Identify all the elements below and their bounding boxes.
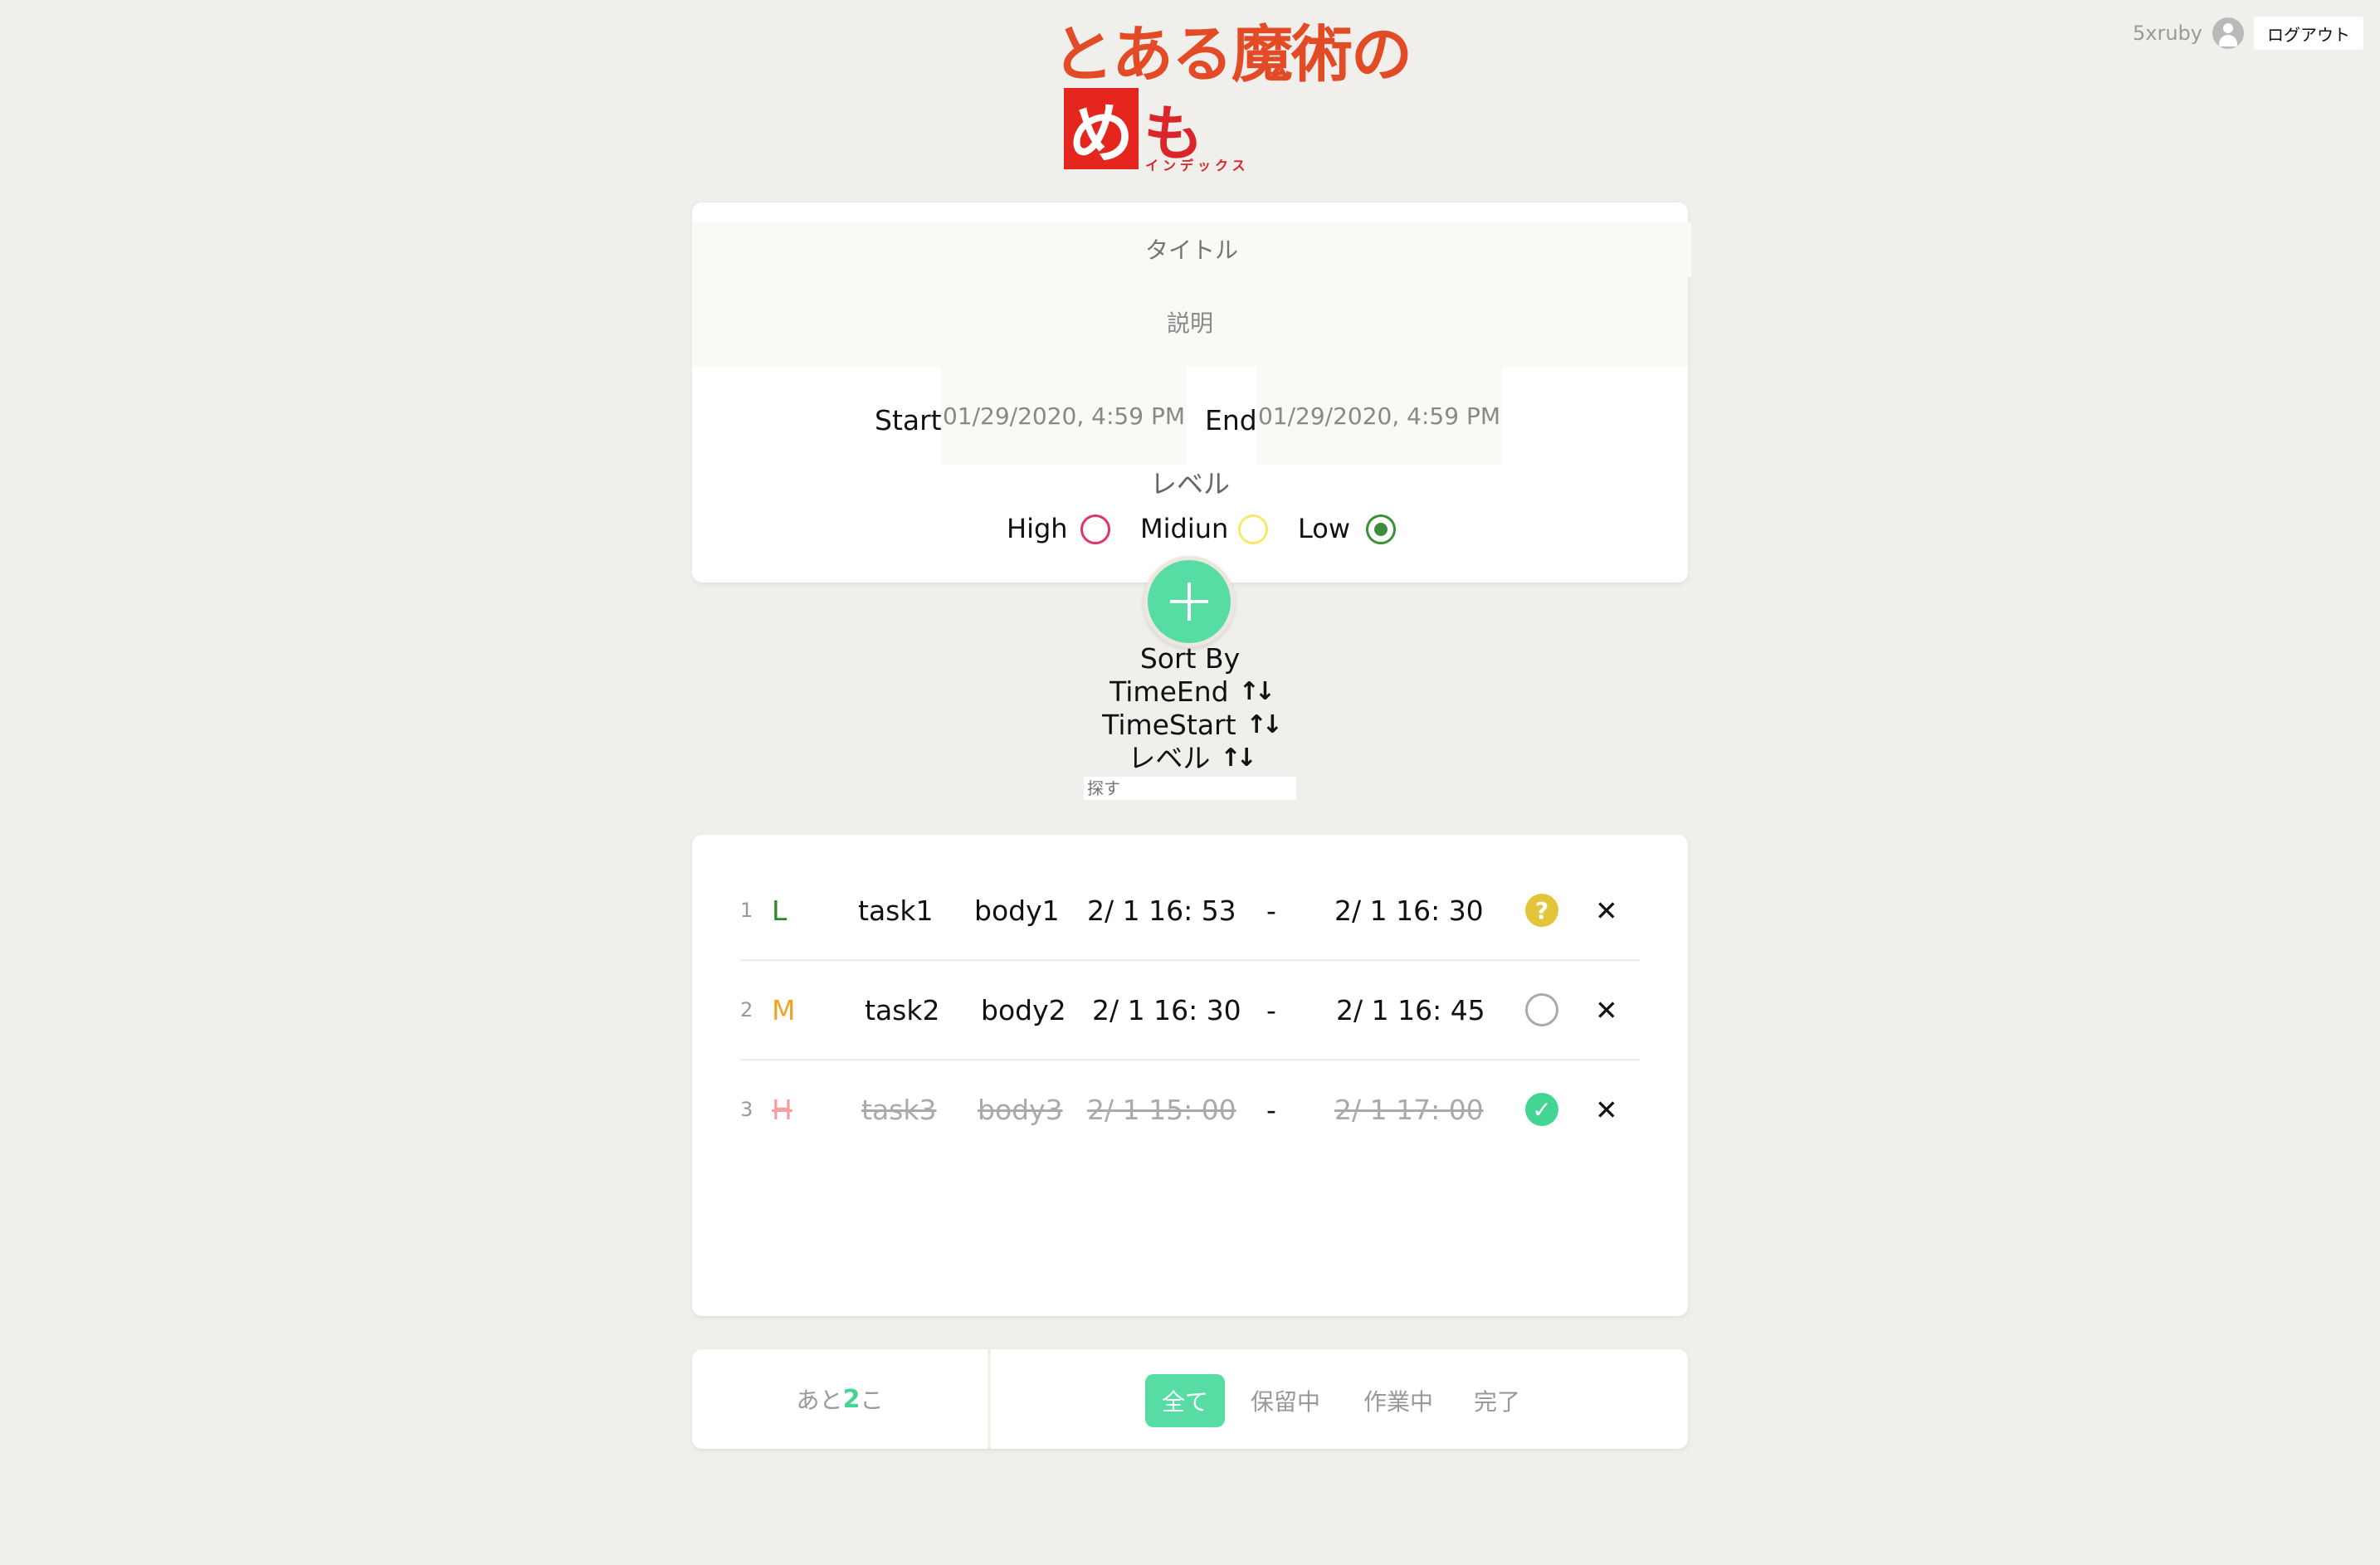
task-level: L — [772, 894, 788, 927]
task-number: 3 — [740, 1098, 754, 1121]
question-icon[interactable]: ? — [1525, 894, 1558, 927]
task-end: 2/ 1 17: 00 — [1334, 1093, 1484, 1126]
level-low-radio[interactable] — [1366, 514, 1396, 544]
filter-bar: あと 2 こ 全て 保留中 作業中 完了 — [692, 1349, 1688, 1449]
remaining-prefix: あと — [796, 1387, 843, 1414]
search-input[interactable] — [1084, 777, 1296, 800]
task-body: body2 — [981, 993, 1066, 1026]
task-row: 3 H task3 body3 2/ 1 15: 00 - 2/ 1 17: 0… — [740, 1060, 1640, 1158]
task-dash: - — [1266, 894, 1276, 927]
filter-done-button[interactable]: 完了 — [1464, 1374, 1530, 1427]
task-status-button[interactable]: ✓ — [1525, 1060, 1558, 1158]
title-input[interactable] — [692, 222, 1691, 277]
sort-arrows-icon[interactable]: ↑↓ — [1246, 709, 1283, 742]
filter-all-button[interactable]: 全て — [1145, 1374, 1225, 1427]
sort-timestart[interactable]: TimeStart ↑↓ — [941, 709, 1439, 742]
level-high-label: High — [1007, 513, 1068, 544]
sort-title: Sort By — [1139, 642, 1241, 675]
sort-area: Sort By TimeEnd ↑↓ TimeStart ↑↓ レベル ↑↓ — [941, 642, 1439, 775]
logout-button[interactable]: ログアウト — [2254, 17, 2363, 50]
level-label: レベル — [1149, 468, 1230, 500]
task-status-button[interactable] — [1525, 961, 1558, 1059]
end-datetime-input[interactable]: 01/29/2020, 4:59 PM — [1256, 367, 1502, 465]
check-icon[interactable]: ✓ — [1525, 1093, 1558, 1126]
task-end: 2/ 1 16: 30 — [1334, 894, 1484, 927]
description-input[interactable] — [692, 275, 1688, 367]
start-label: Start — [875, 404, 942, 436]
task-row: 2 M task2 body2 2/ 1 16: 30 - 2/ 1 16: 4… — [740, 961, 1640, 1059]
sort-timeend-label: TimeEnd — [1110, 675, 1229, 708]
task-title: task3 — [861, 1093, 937, 1126]
task-title: task1 — [858, 894, 934, 927]
task-title: task2 — [865, 993, 940, 1026]
task-number: 1 — [740, 899, 754, 922]
logo-subtitle: インデックス — [1145, 158, 1250, 173]
logo: とある魔術の め も インデックス — [1052, 5, 1412, 173]
task-list-card: 1 L task1 body1 2/ 1 16: 53 - 2/ 1 16: 3… — [692, 835, 1688, 1316]
task-body: body1 — [974, 894, 1060, 927]
circle-icon[interactable] — [1525, 993, 1558, 1026]
end-label: End — [1205, 404, 1257, 436]
sort-timeend[interactable]: TimeEnd ↑↓ — [941, 675, 1439, 709]
user-area: 5xruby ログアウト — [2133, 17, 2363, 50]
task-level: M — [772, 993, 796, 1026]
close-icon[interactable]: ✕ — [1595, 994, 1618, 1026]
add-task-button[interactable] — [1144, 556, 1235, 647]
remaining-count: あと 2 こ — [692, 1349, 988, 1449]
task-form-card: 説明 Start 01/29/2020, 4:59 PM End 01/29/2… — [692, 202, 1691, 583]
task-level: H — [772, 1093, 793, 1126]
task-row: 1 L task1 body1 2/ 1 16: 53 - 2/ 1 16: 3… — [740, 861, 1640, 959]
task-body: body3 — [978, 1093, 1063, 1126]
task-dash: - — [1266, 1093, 1276, 1126]
sort-level[interactable]: レベル ↑↓ — [941, 742, 1439, 775]
close-icon[interactable]: ✕ — [1595, 1094, 1618, 1126]
task-status-button[interactable]: ? — [1525, 861, 1558, 959]
sort-level-label: レベル — [1128, 742, 1211, 774]
remaining-suffix: こ — [860, 1387, 884, 1414]
delete-button[interactable]: ✕ — [1595, 961, 1618, 1059]
task-start: 2/ 1 15: 00 — [1087, 1093, 1236, 1126]
start-datetime-input[interactable]: 01/29/2020, 4:59 PM — [941, 367, 1187, 465]
filter-in-progress-button[interactable]: 作業中 — [1353, 1374, 1444, 1427]
logo-title: とある魔術の — [1052, 19, 1412, 90]
task-dash: - — [1266, 993, 1276, 1026]
level-mid-radio[interactable] — [1238, 514, 1268, 544]
delete-button[interactable]: ✕ — [1595, 1060, 1618, 1158]
task-start: 2/ 1 16: 30 — [1092, 993, 1241, 1026]
sort-arrows-icon[interactable]: ↑↓ — [1220, 742, 1256, 775]
task-number: 2 — [740, 998, 754, 1021]
filter-pending-button[interactable]: 保留中 — [1240, 1374, 1331, 1427]
close-icon[interactable]: ✕ — [1595, 895, 1618, 927]
sort-arrows-icon[interactable]: ↑↓ — [1239, 675, 1275, 709]
delete-button[interactable]: ✕ — [1595, 861, 1618, 959]
username: 5xruby — [2133, 22, 2202, 45]
remaining-number: 2 — [842, 1384, 861, 1414]
task-end: 2/ 1 16: 45 — [1336, 993, 1485, 1026]
level-low-label: Low — [1298, 513, 1351, 544]
sort-timestart-label: TimeStart — [1102, 709, 1236, 741]
level-mid-label: Midiun — [1140, 513, 1229, 544]
footer-divider — [988, 1349, 991, 1449]
logo-me-block: め — [1064, 88, 1139, 172]
level-high-radio[interactable] — [1080, 514, 1110, 544]
task-start: 2/ 1 16: 53 — [1087, 894, 1236, 927]
avatar-icon — [2212, 17, 2244, 49]
